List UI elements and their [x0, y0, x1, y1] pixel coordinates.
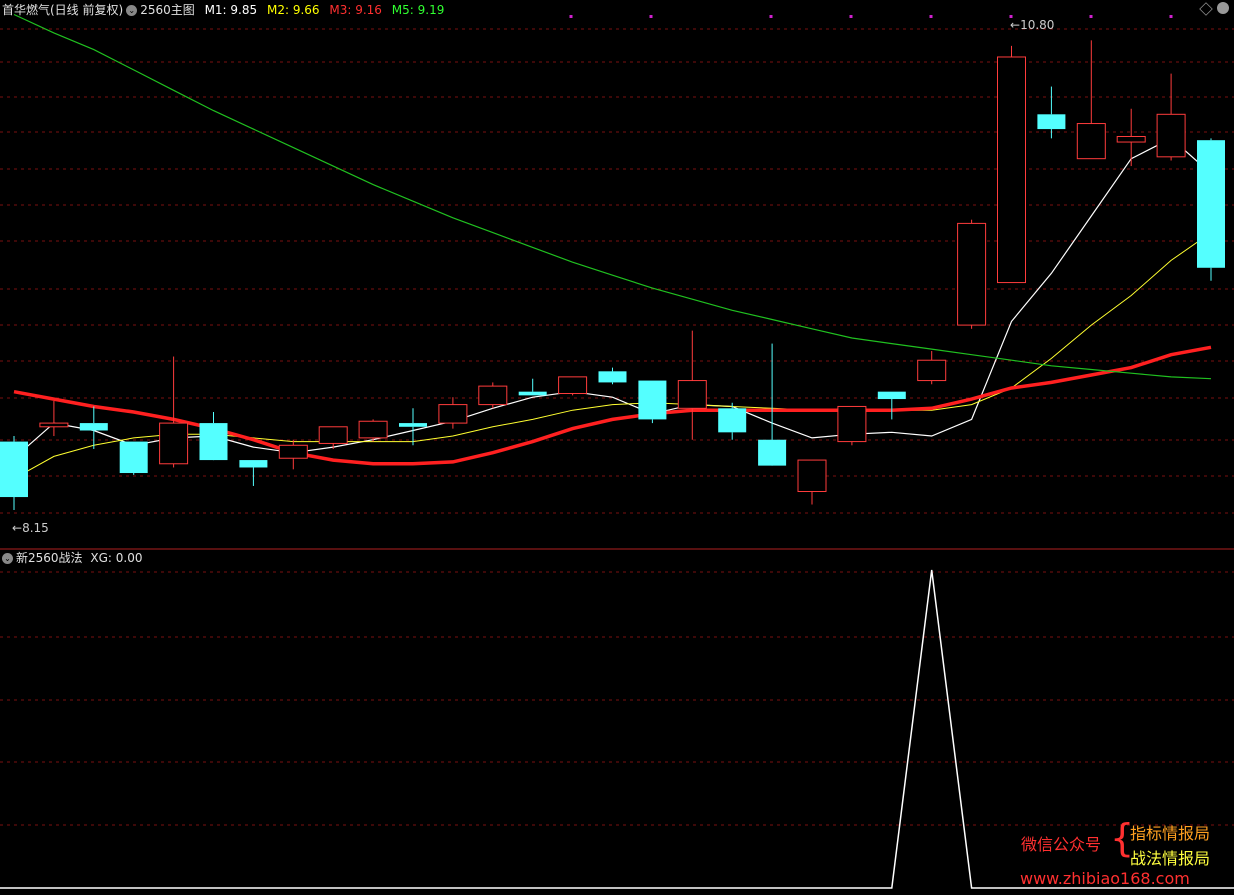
- candle-body: [478, 385, 508, 406]
- event-dot: [769, 15, 773, 18]
- event-dot: [569, 15, 573, 18]
- candle-body: [518, 391, 547, 396]
- candle-body: [1037, 114, 1066, 130]
- event-dot: [849, 15, 853, 18]
- candle-body: [877, 391, 906, 400]
- candle-body: [1076, 123, 1106, 160]
- candle: [0, 436, 28, 510]
- indicator-grid: [0, 571, 1234, 826]
- candle-body: [638, 380, 667, 420]
- main-header: 首华燃气(日线 前复权) ⌄ 2560主图 M1: 9.85 M2: 9.66 M3…: [2, 2, 444, 18]
- arrow-left-icon: ←: [1010, 18, 1021, 32]
- event-markers: [569, 15, 1173, 18]
- candle-body: [598, 371, 627, 383]
- sub-header: ⌄ 新2560战法 XG: 0.00: [2, 550, 142, 566]
- candle: [957, 219, 987, 329]
- candle-body: [318, 426, 348, 444]
- candle-body: [239, 460, 268, 468]
- chevron-down-icon[interactable]: ⌄: [2, 553, 13, 564]
- candle-body: [1116, 135, 1146, 143]
- candle-body: [718, 408, 747, 433]
- m2-value: M2: 9.66: [266, 3, 320, 17]
- candle-body: [199, 423, 228, 461]
- candle-body: [278, 444, 308, 459]
- candle: [278, 439, 308, 470]
- candle-body: [358, 420, 388, 439]
- candle-body: [159, 422, 189, 465]
- candle-body: [917, 359, 947, 382]
- candle-body: [39, 422, 69, 428]
- menu-circle-icon[interactable]: [1217, 2, 1229, 14]
- candle-body: [957, 222, 987, 326]
- watermark-wechat: 微信公众号: [1021, 835, 1102, 854]
- candle: [199, 412, 228, 461]
- low-price-marker: ←8.15: [12, 520, 49, 536]
- candle-body: [119, 441, 148, 474]
- candle: [159, 356, 189, 468]
- candle: [1197, 138, 1225, 281]
- watermark-url[interactable]: www.zhibiao168.com: [1020, 869, 1190, 888]
- candle: [1037, 86, 1066, 139]
- m5-value: M5: 9.19: [391, 3, 445, 17]
- candle: [1116, 108, 1146, 167]
- candle: [797, 459, 827, 505]
- candle: [478, 382, 508, 409]
- candle: [239, 460, 268, 486]
- ma-line-m1: [13, 137, 1212, 459]
- arrow-left-icon: ←: [12, 521, 23, 535]
- candle-body: [438, 404, 468, 424]
- candle: [1156, 73, 1186, 161]
- candle-body: [79, 423, 108, 431]
- candle: [718, 402, 747, 440]
- event-dot: [649, 15, 653, 18]
- moving-average-lines: [13, 13, 1212, 480]
- watermark-line1: 指标情报局: [1130, 824, 1211, 843]
- chevron-down-icon[interactable]: ⌄: [126, 5, 138, 16]
- stock-chart[interactable]: [0, 0, 1234, 895]
- watermark-line2: 战法情报局: [1130, 849, 1211, 868]
- candle-body: [837, 405, 867, 443]
- candle: [598, 367, 627, 385]
- event-dot: [1169, 15, 1173, 18]
- m1-value: M1: 9.85: [204, 3, 258, 17]
- low-price-label: 8.15: [22, 521, 49, 535]
- ma-line-m2: [13, 232, 1212, 480]
- stock-name: 首华燃气(日线 前复权): [2, 3, 124, 17]
- candle: [558, 376, 588, 396]
- candle-body: [1156, 113, 1186, 158]
- event-dot: [929, 15, 933, 18]
- candle-body: [677, 380, 707, 409]
- ma-line-m3: [13, 345, 1212, 466]
- candle: [758, 343, 787, 466]
- candle: [79, 406, 108, 449]
- candle: [1076, 40, 1106, 160]
- event-dot: [1089, 15, 1093, 18]
- candle: [917, 350, 947, 385]
- candle: [997, 45, 1026, 284]
- candle-body: [997, 56, 1026, 284]
- candle: [638, 380, 667, 424]
- candle: [518, 378, 547, 396]
- m3-value: M3: 9.16: [329, 3, 382, 17]
- candle-body: [558, 376, 588, 395]
- high-price-label: 10.80: [1020, 18, 1055, 32]
- candle-body: [797, 459, 827, 493]
- candle: [877, 391, 906, 420]
- candle-body: [0, 441, 28, 498]
- candle: [119, 441, 148, 475]
- candle: [677, 330, 707, 440]
- ma-line-m5: [13, 13, 1212, 380]
- xg-value: XG: 0.00: [90, 551, 143, 565]
- candle: [39, 400, 69, 437]
- candle-body: [1197, 140, 1225, 268]
- high-price-marker: ←10.80: [1010, 17, 1054, 33]
- main-indicator-name[interactable]: 2560主图: [140, 3, 195, 17]
- candle: [358, 419, 388, 442]
- sub-indicator-name[interactable]: 新2560战法: [16, 551, 83, 565]
- candle: [837, 405, 867, 446]
- candle-body: [758, 439, 787, 466]
- candle-body: [399, 423, 427, 427]
